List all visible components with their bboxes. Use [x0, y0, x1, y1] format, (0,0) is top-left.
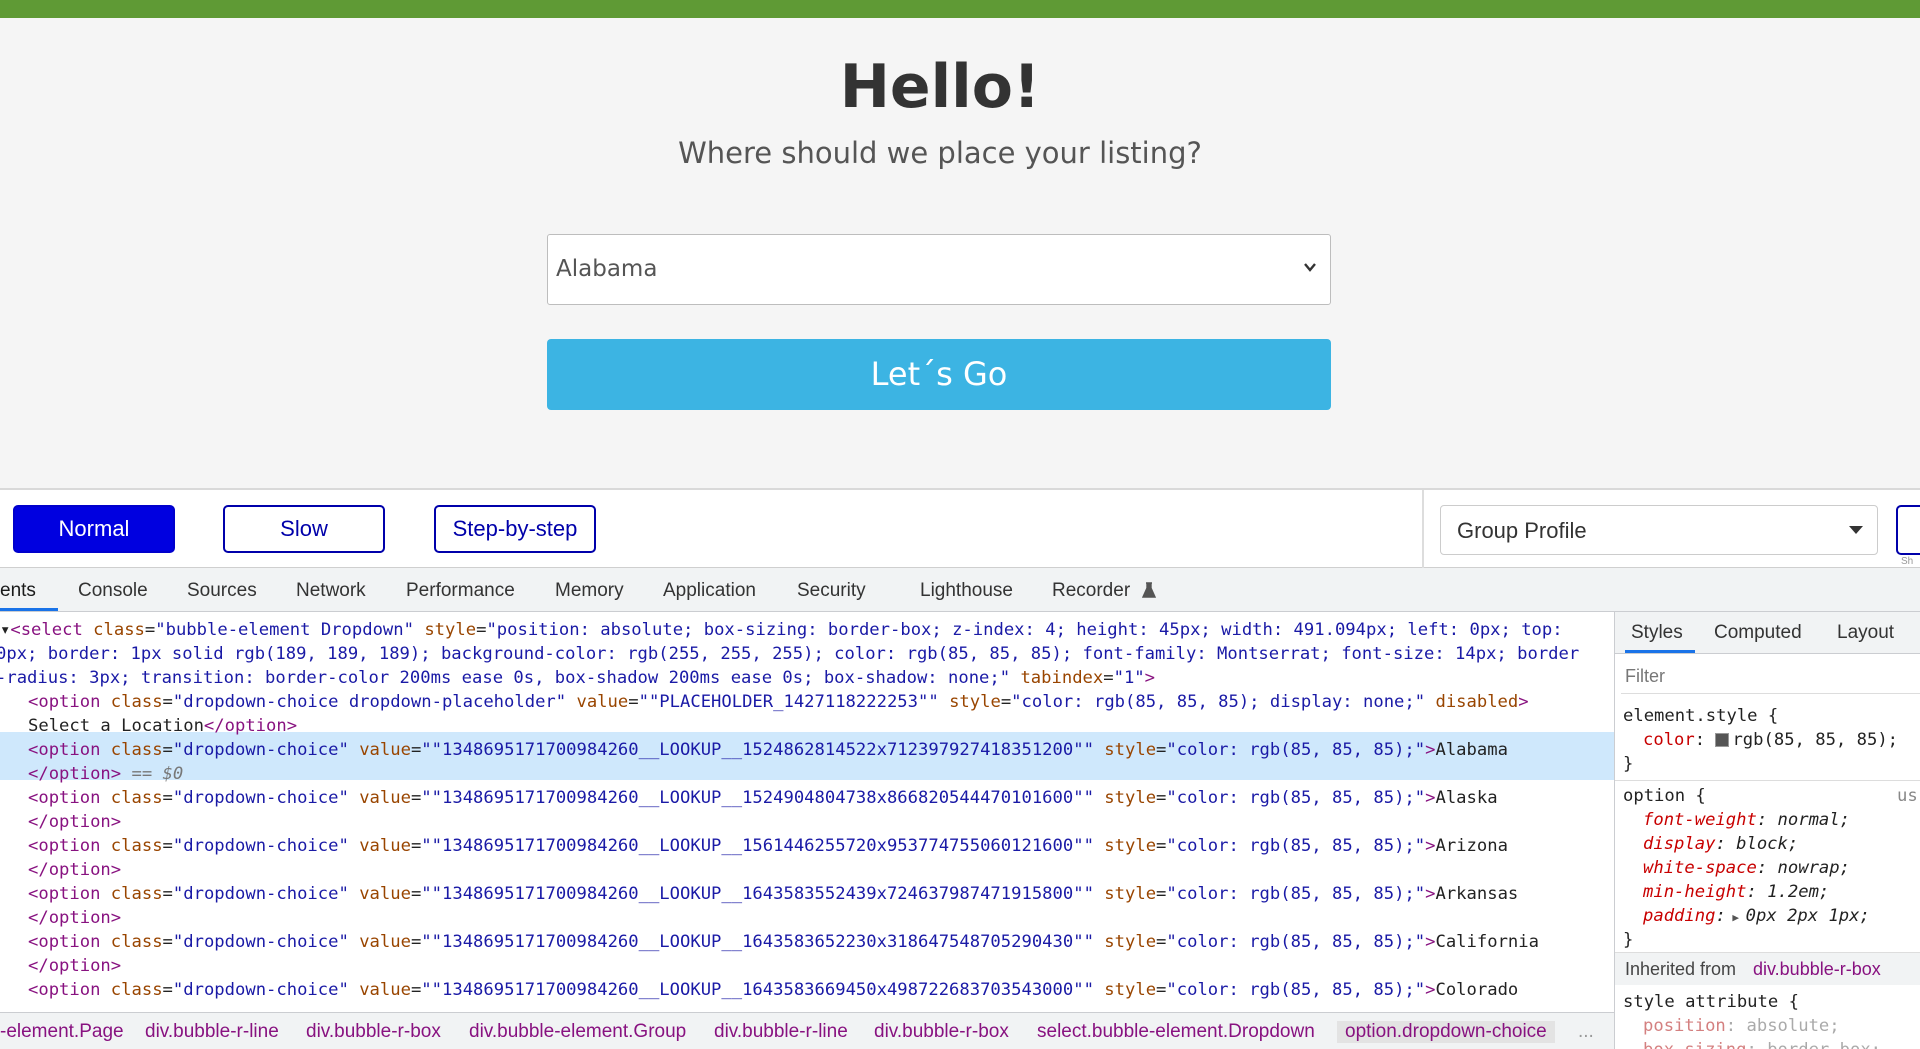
breadcrumb-item[interactable]: div.bubble-r-line	[145, 1021, 279, 1043]
ua-rule-line: padding: ▶ 0px 2px 1px;	[1643, 906, 1870, 926]
code-line[interactable]: <option class="dropdown-choice" value=""…	[28, 786, 1498, 810]
tab-network[interactable]: Network	[296, 580, 366, 602]
style-attr-line: box-sizing: border-box;	[1643, 1038, 1881, 1049]
code-line[interactable]: ▾<select class="bubble-element Dropdown"…	[0, 618, 1563, 642]
active-tab-indicator	[0, 608, 58, 611]
code-line[interactable]: </option>	[28, 906, 121, 930]
tab-lighthouse[interactable]: Lighthouse	[920, 580, 1013, 602]
tab-security[interactable]: Security	[797, 580, 866, 602]
tab-computed[interactable]: Computed	[1714, 622, 1802, 644]
ua-rule-line: white-space: nowrap;	[1643, 858, 1850, 878]
toolbar-separator	[1422, 490, 1424, 568]
color-swatch[interactable]	[1715, 733, 1730, 747]
speed-normal-button[interactable]: Normal	[13, 505, 175, 553]
breadcrumb-item-active[interactable]: option.dropdown-choice	[1337, 1021, 1555, 1043]
tab-application[interactable]: Application	[663, 580, 756, 602]
inherited-header: Inherited from div.bubble-r-box	[1615, 953, 1920, 985]
devtools-tabbar: ents Console Sources Network Performance…	[0, 568, 1920, 612]
styles-tabbar: Styles Computed Layout	[1615, 612, 1920, 654]
elements-panel: ▾<select class="bubble-element Dropdown"…	[0, 612, 1614, 1012]
style-attribute-rule[interactable]: style attribute {	[1623, 990, 1799, 1014]
code-line[interactable]: 0px; border: 1px solid rgb(189, 189, 189…	[0, 642, 1579, 666]
tab-styles[interactable]: Styles	[1631, 622, 1683, 644]
breadcrumb-item[interactable]: div.bubble-r-box	[874, 1021, 1009, 1043]
group-profile-label: Group Profile	[1457, 518, 1587, 543]
breadcrumb-item[interactable]: div.bubble-r-box	[306, 1021, 441, 1043]
tab-performance[interactable]: Performance	[406, 580, 515, 602]
filter-placeholder: Filter	[1625, 666, 1665, 686]
breadcrumb-item[interactable]: div.bubble-element.Group	[469, 1021, 686, 1043]
code-line[interactable]: <option class="dropdown-choice dropdown-…	[28, 690, 1529, 714]
top-accent-bar	[0, 0, 1920, 18]
page-subtitle: Where should we place your listing?	[678, 136, 1202, 170]
code-line[interactable]: <option class="dropdown-choice" value=""…	[28, 834, 1508, 858]
code-line-selected[interactable]: <option class="dropdown-choice" value=""…	[28, 738, 1508, 762]
styles-sidebar: Styles Computed Layout Filter element.st…	[1614, 612, 1920, 1049]
page-title: Hello!	[839, 52, 1041, 122]
caret-down-icon	[1849, 526, 1863, 534]
tab-sources[interactable]: Sources	[187, 580, 257, 602]
tab-layout[interactable]: Layout	[1837, 622, 1894, 644]
code-line[interactable]: </option>	[28, 810, 121, 834]
speed-slow-button[interactable]: Slow	[223, 505, 385, 553]
code-line[interactable]: <option class="dropdown-choice" value=""…	[28, 882, 1518, 906]
ua-rule-line: min-height: 1.2em;	[1643, 882, 1830, 902]
code-line[interactable]: <option class="dropdown-choice" value=""…	[28, 930, 1539, 954]
dropdown-selected-value: Alabama	[556, 256, 658, 282]
breadcrumb-item[interactable]: div.bubble-r-line	[714, 1021, 848, 1043]
dom-breadcrumbs: -element.Page div.bubble-r-line div.bubb…	[0, 1012, 1614, 1049]
styles-filter-input[interactable]	[1621, 662, 1920, 694]
code-line[interactable]: -radius: 3px; transition: border-color 2…	[0, 666, 1155, 690]
flask-icon	[1142, 582, 1156, 598]
rule-close: }	[1623, 930, 1634, 950]
rule-close: }	[1623, 754, 1634, 774]
truncated-button[interactable]	[1896, 505, 1920, 555]
breadcrumb-item[interactable]: select.bubble-element.Dropdown	[1037, 1021, 1315, 1043]
element-style-rule[interactable]: element.style {	[1623, 704, 1778, 728]
active-tab-indicator	[1625, 650, 1695, 653]
tab-elements[interactable]: ents	[0, 580, 36, 602]
style-attr-line: position: absolute;	[1643, 1016, 1840, 1036]
speed-step-button[interactable]: Step-by-step	[434, 505, 596, 553]
ua-rule-line: display: block;	[1643, 834, 1799, 854]
code-line[interactable]: </option>	[28, 954, 121, 978]
ua-source-label: us	[1897, 786, 1918, 806]
location-dropdown[interactable]: Alabama	[547, 234, 1331, 305]
option-ua-rule[interactable]: option {	[1623, 784, 1706, 808]
code-line-selected[interactable]: </option> == $0	[28, 762, 183, 786]
ua-rule-line: font-weight: normal;	[1643, 810, 1850, 830]
breadcrumb-overflow[interactable]: ...	[1578, 1021, 1594, 1043]
lets-go-button[interactable]: Let´s Go	[547, 339, 1331, 410]
code-line[interactable]: <option class="dropdown-choice" value=""…	[28, 978, 1518, 1002]
code-line[interactable]: Select a Location</option>	[28, 714, 297, 738]
group-profile-select[interactable]: Group Profile	[1440, 505, 1878, 555]
tab-console[interactable]: Console	[78, 580, 148, 602]
rule-divider	[1615, 780, 1920, 781]
breadcrumb-item[interactable]: -element.Page	[0, 1021, 124, 1043]
playback-toolbar: Normal Slow Step-by-step Group Profile S…	[0, 490, 1920, 568]
truncated-hint: Sh	[1901, 556, 1914, 567]
code-line[interactable]: </option>	[28, 858, 121, 882]
listing-form: Hello! Where should we place your listin…	[0, 18, 1920, 488]
tab-memory[interactable]: Memory	[555, 580, 624, 602]
element-style-color[interactable]: color: rgb(85, 85, 85);	[1643, 728, 1898, 752]
inherited-from-link[interactable]: div.bubble-r-box	[1753, 959, 1881, 980]
tab-recorder[interactable]: Recorder	[1052, 580, 1130, 602]
chevron-down-icon	[1304, 263, 1316, 272]
